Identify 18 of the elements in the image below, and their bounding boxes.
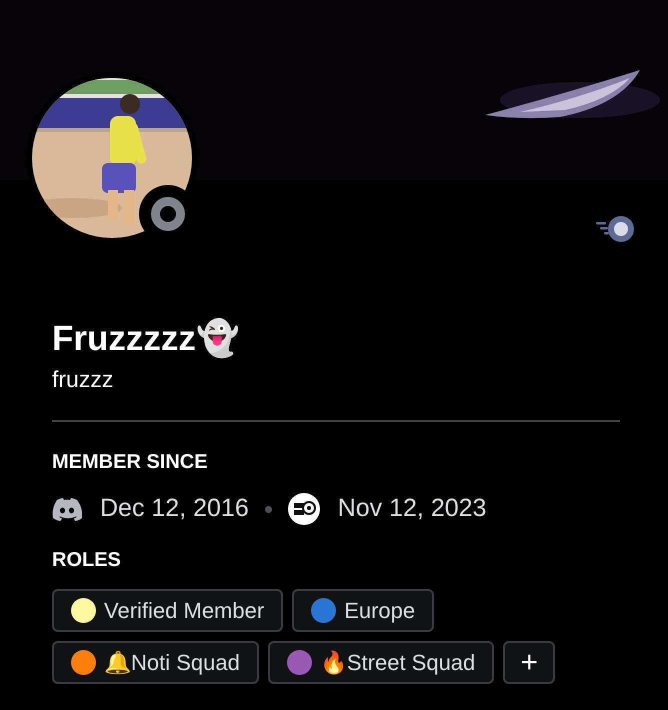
role-tag[interactable]: Verified Member xyxy=(52,589,284,632)
role-tag[interactable]: 🔥Street Squad xyxy=(268,641,494,684)
server-icon xyxy=(288,493,320,525)
nitro-icon[interactable] xyxy=(596,214,636,244)
section-heading: MEMBER SINCE xyxy=(52,450,208,475)
join-date: Nov 12, 2023 xyxy=(338,493,486,524)
role-name: 🔥Street Squad xyxy=(320,649,476,677)
role-name: Verified Member xyxy=(104,597,264,625)
join-date: Dec 12, 2016 xyxy=(100,493,249,524)
section-heading: ROLES xyxy=(52,548,121,573)
role-name: Europe xyxy=(344,597,416,625)
add-role-button[interactable]: + xyxy=(503,641,556,684)
role-tag[interactable]: 🔔Noti Squad xyxy=(52,641,259,684)
role-tag[interactable]: Europe xyxy=(292,589,434,632)
discord-icon xyxy=(52,497,82,521)
display-name: Fruzzzzz👻 xyxy=(52,318,240,360)
role-name: 🔔Noti Squad xyxy=(104,649,240,677)
username: fruzzz xyxy=(52,365,114,394)
